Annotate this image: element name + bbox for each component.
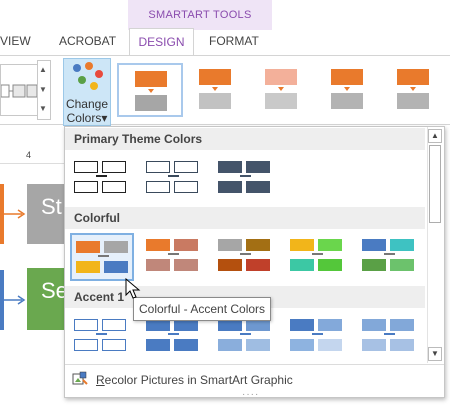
section-header-colorful: Colorful (65, 207, 425, 229)
smartart-style-thumbnail[interactable] (315, 63, 381, 117)
mouse-cursor-icon (125, 278, 141, 299)
color-swatch[interactable] (286, 233, 350, 281)
change-colors-label: Change Colors▾ (65, 97, 109, 125)
color-swatch[interactable] (286, 313, 350, 361)
smartart-shape-step[interactable]: St (27, 184, 67, 244)
palette-dot-icon (95, 70, 103, 78)
smartart-style-thumbnail[interactable] (183, 63, 249, 117)
palette-dot-icon (78, 76, 86, 84)
color-swatch[interactable] (214, 233, 278, 281)
recolor-pictures-icon (72, 371, 88, 385)
layout-gallery-thumbnail[interactable] (0, 64, 38, 116)
smartart-style-thumbnail[interactable] (117, 63, 183, 117)
color-swatch[interactable] (358, 313, 422, 361)
color-swatch[interactable] (70, 313, 134, 361)
color-swatch[interactable] (142, 155, 206, 203)
color-swatch[interactable] (358, 233, 422, 281)
layout-diagram-icon (0, 84, 38, 98)
tab-format[interactable]: FORMAT (209, 34, 259, 48)
color-swatch[interactable] (214, 155, 278, 203)
section-header-primary: Primary Theme Colors (65, 128, 425, 150)
palette-dot-icon (85, 62, 93, 70)
contextual-group-title: SMARTART TOOLS (148, 9, 252, 21)
palette-dot-icon (90, 82, 98, 90)
tab-view[interactable]: VIEW (0, 34, 31, 48)
gallery-scroll-down-icon[interactable]: ▼ (39, 85, 47, 94)
color-swatch[interactable] (142, 233, 206, 281)
scroll-down-icon[interactable]: ▼ (428, 347, 442, 361)
color-swatch[interactable] (70, 233, 134, 281)
color-swatch[interactable] (70, 155, 134, 203)
swatch-tooltip: Colorful - Accent Colors (133, 297, 271, 321)
scrollbar-thumb[interactable] (429, 145, 441, 223)
smartart-style-thumbnail[interactable] (249, 63, 315, 117)
tab-design[interactable]: DESIGN (129, 28, 194, 56)
palette-dot-icon (73, 64, 81, 72)
dropdown-caret-icon: ▾ (101, 111, 108, 125)
tab-acrobat[interactable]: ACROBAT (59, 34, 116, 48)
recolor-pictures-menu-item[interactable]: Recolor Pictures in SmartArt Graphic (96, 373, 293, 387)
smartart-style-thumbnail[interactable] (381, 63, 447, 117)
gallery-more-icon[interactable]: ▼ (39, 104, 47, 113)
ruler: 4 (0, 150, 70, 164)
scroll-up-icon[interactable]: ▲ (428, 129, 442, 143)
resize-grip-icon[interactable]: ···· (242, 389, 259, 400)
smartart-shape-second[interactable]: Se (27, 268, 68, 330)
ruler-mark: 4 (26, 150, 32, 160)
gallery-scroll-up-icon[interactable]: ▲ (39, 65, 47, 74)
